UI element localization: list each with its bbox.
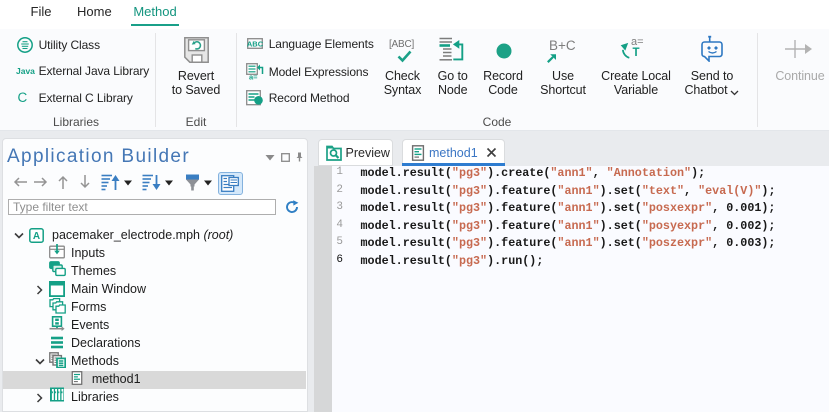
svg-text:a=: a=: [249, 73, 258, 81]
svg-text:ABC: ABC: [247, 39, 263, 48]
